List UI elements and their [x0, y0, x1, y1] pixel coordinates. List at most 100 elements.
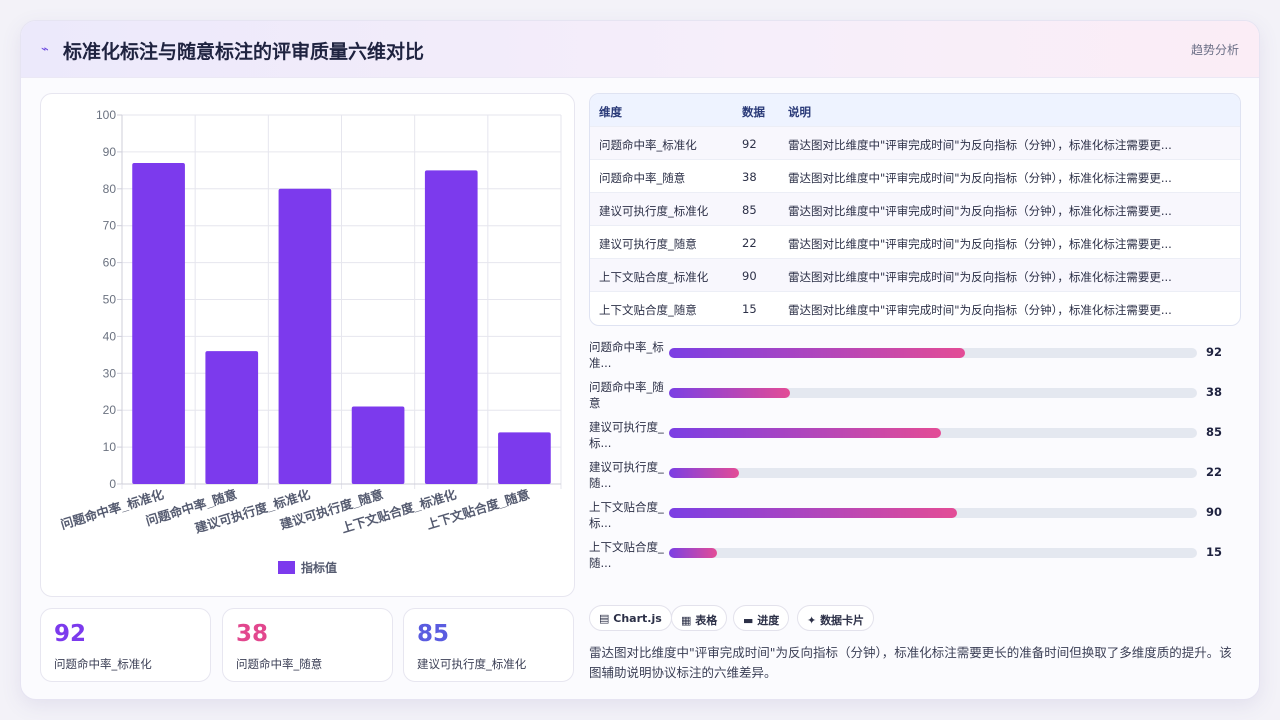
progress-row: 建议可执行度_随... 22 [589, 459, 1249, 493]
chip-label: Chart.js [613, 612, 662, 625]
table-cell: 38 [742, 170, 757, 184]
chip-progress[interactable]: ▬ 进度 [733, 605, 790, 631]
table-row: 建议可执行度_标准化 85 雷达图对比维度中"评审完成时间"为反向指标（分钟），… [590, 193, 1240, 226]
stat-label: 问题命中率_随意 [236, 657, 323, 671]
chip-label: 数据卡片 [820, 614, 865, 627]
y-tick-label: 40 [103, 329, 117, 343]
y-tick-label: 50 [103, 293, 117, 307]
progress-label: 上下文贴合度_随... [589, 540, 664, 570]
y-tick-label: 100 [96, 108, 116, 122]
progress-label: 问题命中率_标准... [589, 340, 664, 370]
table-cell: 建议可执行度_标准化 [599, 204, 709, 218]
pulse-icon: ⌁ [41, 42, 49, 57]
table-row: 建议可执行度_随意 22 雷达图对比维度中"评审完成时间"为反向指标（分钟），标… [590, 226, 1240, 259]
table-row: 上下文贴合度_随意 15 雷达图对比维度中"评审完成时间"为反向指标（分钟），标… [590, 292, 1240, 325]
progress-icon: ▬ [743, 614, 754, 627]
bar-chart: 1009080706050403020100问题命中率_标准化问题命中率_随意建… [59, 108, 562, 575]
chart-icon: ▤ [599, 612, 610, 625]
progress-fill [669, 468, 740, 478]
stat-label: 问题命中率_标准化 [54, 657, 152, 671]
table-cell: 雷达图对比维度中"评审完成时间"为反向指标（分钟），标准化标注需要更... [788, 303, 1172, 317]
progress-value: 15 [1206, 545, 1223, 559]
progress-track [669, 348, 1197, 358]
header: ⌁ 标准化标注与随意标注的评审质量六维对比 趋势分析 [21, 21, 1259, 78]
chip-data-cards[interactable]: ✦ 数据卡片 [797, 605, 875, 631]
y-tick-label: 10 [103, 440, 117, 454]
progress-row: 上下文贴合度_标... 90 [589, 499, 1249, 533]
table-cell: 问题命中率_标准化 [599, 138, 697, 152]
data-table: 维度 数据 说明 问题命中率_标准化 92 雷达图对比维度中"评审完成时间"为反… [589, 93, 1241, 326]
table-header-cell: 维度 [599, 105, 622, 119]
bar [278, 188, 332, 485]
y-tick-label: 20 [103, 403, 117, 417]
table-header-cell: 说明 [788, 105, 811, 119]
y-tick-label: 60 [103, 256, 117, 270]
footnote: 雷达图对比维度中"评审完成时间"为反向指标（分钟），标准化标注需要更长的准备时间… [589, 645, 1232, 680]
table-icon: ▦ [681, 614, 692, 627]
table-header-cell: 数据 [742, 105, 765, 119]
progress-track [669, 548, 1197, 558]
table-cell: 建议可执行度_随意 [599, 237, 697, 251]
stat-card: 92 问题命中率_标准化 [40, 608, 211, 682]
table-cell: 85 [742, 203, 757, 217]
table-cell: 90 [742, 269, 757, 283]
progress-label: 建议可执行度_标... [589, 420, 664, 450]
y-tick-label: 0 [109, 477, 116, 491]
table-cell: 上下文贴合度_标准化 [599, 270, 709, 284]
table-header-row: 维度 数据 说明 [590, 94, 1240, 127]
table-row: 上下文贴合度_标准化 90 雷达图对比维度中"评审完成时间"为反向指标（分钟），… [590, 259, 1240, 292]
progress-row: 建议可执行度_标... 85 [589, 419, 1249, 453]
chip-chartjs[interactable]: ▤ Chart.js [589, 605, 672, 631]
sparkle-icon: ✦ [807, 614, 817, 627]
table-row: 问题命中率_标准化 92 雷达图对比维度中"评审完成时间"为反向指标（分钟），标… [590, 127, 1240, 160]
stat-card: 38 问题命中率_随意 [222, 608, 393, 682]
progress-fill [669, 348, 965, 358]
y-tick-label: 80 [103, 182, 117, 196]
progress-track [669, 388, 1197, 398]
bar [424, 170, 478, 484]
progress-fill [669, 388, 791, 398]
bar [351, 406, 405, 484]
progress-row: 问题命中率_标准... 92 [589, 339, 1249, 373]
stat-label: 建议可执行度_标准化 [417, 657, 527, 671]
chip-label: 表格 [695, 614, 718, 627]
progress-value: 85 [1206, 425, 1223, 439]
bar [132, 162, 185, 484]
table-cell: 22 [742, 236, 757, 250]
dashboard-card: ⌁ 标准化标注与随意标注的评审质量六维对比 趋势分析 100 90 80 70 60 50… [20, 20, 1260, 700]
stat-card: 85 建议可执行度_标准化 [403, 608, 574, 682]
chip-table[interactable]: ▦ 表格 [671, 605, 728, 631]
progress-fill [669, 548, 718, 558]
progress-row: 问题命中率_随意 38 [589, 379, 1249, 413]
y-tick-label: 30 [103, 366, 117, 380]
progress-track [669, 508, 1197, 518]
progress-label: 问题命中率_随意 [589, 380, 664, 410]
y-tick-label: 70 [103, 219, 117, 233]
progress-label: 建议可执行度_随... [589, 460, 664, 490]
legend-swatch [278, 561, 295, 574]
table-cell: 15 [742, 302, 757, 316]
chip-label: 进度 [757, 614, 780, 627]
table-cell: 上下文贴合度_随意 [599, 303, 697, 317]
stat-value: 85 [417, 621, 450, 647]
legend-label: 指标值 [301, 560, 337, 575]
progress-value: 92 [1206, 345, 1223, 359]
stat-value: 92 [54, 621, 87, 647]
progress-value: 22 [1206, 465, 1223, 479]
table-cell: 雷达图对比维度中"评审完成时间"为反向指标（分钟），标准化标注需要更... [788, 270, 1172, 284]
progress-value: 90 [1206, 505, 1223, 519]
stat-value: 38 [236, 621, 269, 647]
bar [205, 351, 259, 484]
table-row: 问题命中率_随意 38 雷达图对比维度中"评审完成时间"为反向指标（分钟），标准… [590, 160, 1240, 193]
bar [498, 432, 551, 484]
table-cell: 问题命中率_随意 [599, 171, 686, 185]
progress-fill [669, 508, 957, 518]
progress-label: 上下文贴合度_标... [589, 500, 664, 530]
table-cell: 雷达图对比维度中"评审完成时间"为反向指标（分钟），标准化标注需要更... [788, 171, 1172, 185]
progress-track [669, 428, 1197, 438]
table-cell: 雷达图对比维度中"评审完成时间"为反向指标（分钟），标准化标注需要更... [788, 138, 1172, 152]
progress-row: 上下文贴合度_随... 15 [589, 539, 1249, 573]
trend-analysis-tag[interactable]: 趋势分析 [1191, 41, 1239, 58]
progress-value: 38 [1206, 385, 1223, 399]
bar-chart-panel: 100 90 80 70 60 50 40 30 20 10 0 问题命中率_标准化 问题命中率_随意建… [40, 93, 575, 597]
